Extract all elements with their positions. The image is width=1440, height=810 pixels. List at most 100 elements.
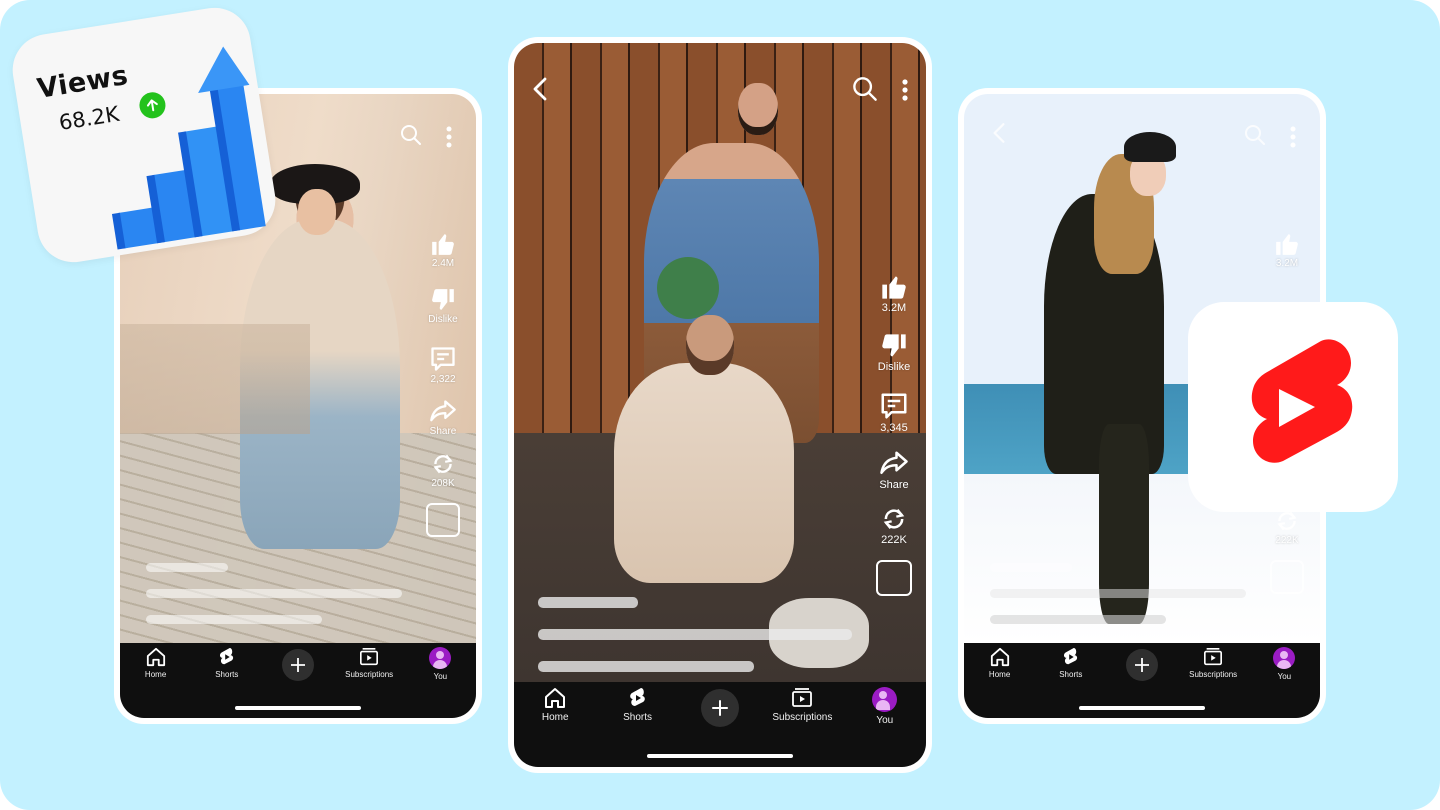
nav-shorts[interactable]: Shorts <box>603 687 673 723</box>
comments-button[interactable]: 3,345 <box>879 391 909 434</box>
share-label: Share <box>879 479 909 491</box>
nav-shorts[interactable]: Shorts <box>1036 647 1106 679</box>
remix-button[interactable]: 222K <box>1274 508 1300 546</box>
nav-home-label: Home <box>144 670 167 679</box>
action-rail: 3.2M <box>1267 231 1307 269</box>
woman-figure <box>614 363 794 583</box>
plus-icon <box>290 658 305 672</box>
youtube-shorts-logo-card <box>1188 302 1398 512</box>
nav-subscriptions-label: Subscriptions <box>772 712 833 723</box>
nav-home[interactable]: Home <box>121 647 191 679</box>
nav-create[interactable] <box>1107 647 1177 681</box>
share-button[interactable]: Share <box>879 450 909 491</box>
plus-icon <box>712 700 728 716</box>
dislike-label: Dislike <box>877 361 911 373</box>
subscriptions-icon <box>1204 648 1223 666</box>
nav-you-label: You <box>1277 672 1292 681</box>
nav-shorts[interactable]: Shorts <box>192 647 262 679</box>
action-rail: 2.4M Dislike 2,322 Share 208K <box>423 231 463 537</box>
home-icon <box>545 688 566 708</box>
share-button[interactable]: Share <box>429 399 457 437</box>
dislike-button[interactable]: Dislike <box>428 287 458 325</box>
dislike-label: Dislike <box>428 314 458 325</box>
subscriptions-icon <box>792 688 813 707</box>
face <box>298 189 336 235</box>
woman-figure <box>240 219 400 549</box>
caption-line-2 <box>990 589 1246 598</box>
action-rail-lower: 222K <box>1267 508 1307 594</box>
share-icon <box>880 451 908 474</box>
search-icon[interactable] <box>400 124 422 151</box>
home-indicator <box>647 754 793 758</box>
plus-icon <box>1134 658 1149 672</box>
audio-thumbnail-button[interactable] <box>876 560 912 596</box>
search-icon[interactable] <box>852 76 878 107</box>
remix-count: 222K <box>1275 535 1299 546</box>
action-rail: 3.2M Dislike 3,345 Share 222K <box>872 273 916 596</box>
back-arrow-icon[interactable] <box>992 122 1006 149</box>
caption-line-3 <box>538 661 754 672</box>
avatar <box>1273 647 1296 669</box>
like-count: 3.2M <box>881 302 907 314</box>
nav-shorts-label: Shorts <box>1059 670 1083 679</box>
caption-line-3 <box>146 615 322 624</box>
more-vert-icon[interactable] <box>445 126 453 153</box>
thumb-up-icon <box>1276 234 1298 255</box>
avatar <box>872 687 898 712</box>
like-button[interactable]: 3.2M <box>880 273 908 314</box>
thumb-up-icon <box>432 234 454 255</box>
back-arrow-icon[interactable] <box>532 77 548 106</box>
home-indicator <box>235 706 361 710</box>
caption-line-1 <box>146 563 228 572</box>
youtube-shorts-logo <box>1251 339 1353 463</box>
nav-home[interactable]: Home <box>520 687 590 723</box>
background-canvas: 2.4M Dislike 2,322 Share 208K Home Short… <box>0 0 1440 810</box>
home-icon <box>146 647 165 667</box>
nav-you[interactable]: You <box>850 687 920 726</box>
nav-you[interactable]: You <box>1249 647 1319 681</box>
remix-icon <box>433 454 453 474</box>
nav-subscriptions[interactable]: Subscriptions <box>1178 647 1248 679</box>
nav-you-label: You <box>433 672 448 681</box>
comments-button[interactable]: 2,322 <box>429 345 457 385</box>
audio-thumbnail-button[interactable] <box>426 503 460 537</box>
audio-thumbnail-button[interactable] <box>1270 560 1304 594</box>
nav-you-label: You <box>876 715 894 726</box>
nav-you[interactable]: You <box>405 647 475 681</box>
remix-button[interactable]: 208K <box>430 451 456 489</box>
home-indicator <box>1079 706 1205 710</box>
dislike-button[interactable]: Dislike <box>878 332 910 373</box>
video-frame-couple <box>514 43 926 682</box>
thumb-up-icon <box>882 276 906 299</box>
remix-button[interactable]: 222K <box>880 505 908 546</box>
thumb-down-icon <box>882 334 906 357</box>
nav-home-label: Home <box>988 670 1011 679</box>
comment-icon <box>431 347 455 371</box>
shorts-screen-center: 3.2M Dislike 3,345 Share 222K Home Short… <box>514 43 926 767</box>
shorts-icon <box>629 688 645 706</box>
caption-line-3 <box>990 615 1166 624</box>
views-stat-card: Views 68.2K <box>7 2 281 268</box>
bottom-nav: Home Shorts Subscriptions You <box>964 643 1320 718</box>
caption-line-2 <box>146 589 402 598</box>
nav-home[interactable]: Home <box>965 647 1035 679</box>
nav-subscriptions[interactable]: Subscriptions <box>334 647 404 679</box>
nav-subscriptions-label: Subscriptions <box>345 670 394 679</box>
cat-ear-hat <box>1124 132 1176 162</box>
nav-create[interactable] <box>263 647 333 681</box>
more-vert-icon[interactable] <box>1289 126 1297 153</box>
nav-create[interactable] <box>685 687 755 727</box>
nav-subscriptions[interactable]: Subscriptions <box>767 687 837 723</box>
nav-shorts-label: Shorts <box>215 670 239 679</box>
remix-count: 208K <box>431 478 455 489</box>
like-button[interactable]: 2.4M <box>430 231 456 269</box>
phone-center: 3.2M Dislike 3,345 Share 222K Home Short… <box>508 37 932 773</box>
share-icon <box>430 400 456 422</box>
subscriptions-icon <box>360 648 379 666</box>
search-icon[interactable] <box>1244 124 1266 151</box>
remix-count: 222K <box>881 534 907 546</box>
more-vert-icon[interactable] <box>901 78 909 107</box>
bottom-nav: Home Shorts Subscriptions You <box>514 682 926 767</box>
like-button[interactable]: 3.2M <box>1274 231 1300 269</box>
comment-icon <box>881 393 907 419</box>
